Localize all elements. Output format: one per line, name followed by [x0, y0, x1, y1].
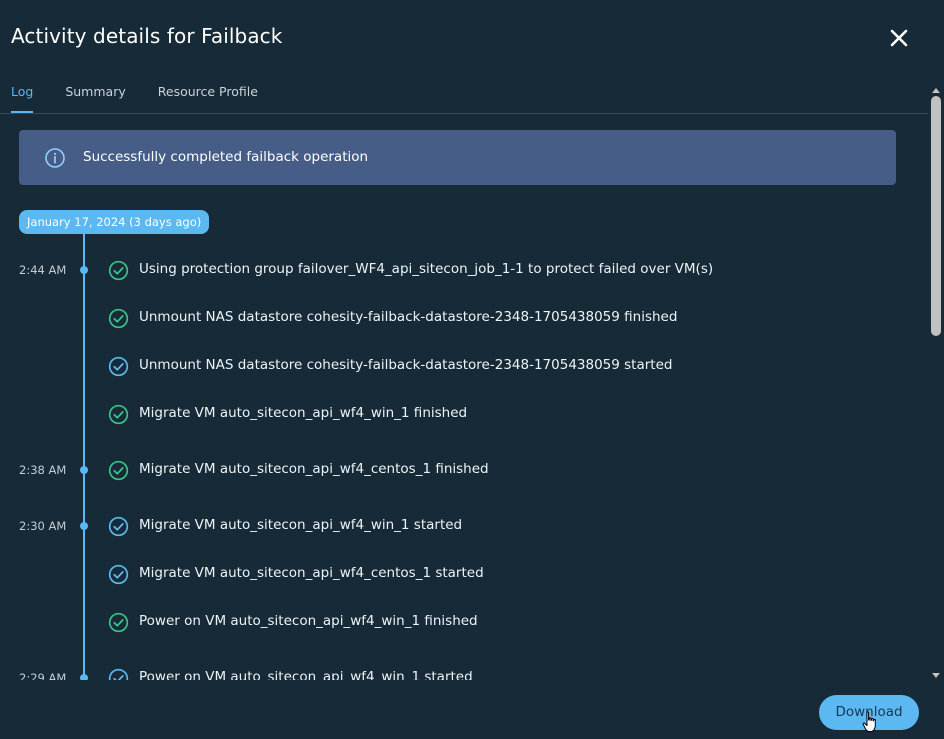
check-circle-started-icon [108, 356, 129, 377]
log-panel: Successfully completed failback operatio… [0, 114, 928, 680]
log-entry: Migrate VM auto_sitecon_api_wf4_win_1 fi… [0, 402, 928, 426]
info-icon [44, 147, 66, 169]
tab-log[interactable]: Log [11, 84, 34, 113]
timeline-dot [80, 674, 88, 680]
check-circle-started-icon [108, 668, 129, 680]
check-circle-success-icon [108, 612, 129, 633]
dialog-title: Activity details for Failback [11, 24, 283, 48]
entry-time: 2:30 AM [19, 519, 67, 533]
entry-text: Power on VM auto_sitecon_api_wf4_win_1 s… [139, 669, 473, 680]
entry-text: Power on VM auto_sitecon_api_wf4_win_1 f… [139, 613, 478, 629]
entry-time: 2:29 AM [19, 671, 67, 680]
timeline-dot [80, 466, 88, 474]
check-circle-success-icon [108, 460, 129, 481]
download-button[interactable]: Download [819, 695, 919, 730]
status-banner: Successfully completed failback operatio… [19, 130, 896, 185]
tab-resource-profile[interactable]: Resource Profile [158, 84, 258, 113]
log-entry: Unmount NAS datastore cohesity-failback-… [0, 354, 928, 378]
entry-text: Migrate VM auto_sitecon_api_wf4_win_1 st… [139, 517, 463, 533]
check-circle-success-icon [108, 260, 129, 281]
tab-summary[interactable]: Summary [65, 84, 125, 113]
timeline-dot [80, 522, 88, 530]
log-entry: 2:29 AM Power on VM auto_sitecon_api_wf4_… [0, 666, 928, 680]
check-circle-started-icon [108, 564, 129, 585]
banner-message: Successfully completed failback operatio… [83, 149, 369, 165]
entry-text: Migrate VM auto_sitecon_api_wf4_centos_1… [139, 565, 484, 581]
scroll-up-arrow-icon[interactable] [932, 78, 940, 93]
entry-time: 2:44 AM [19, 263, 67, 277]
scroll-thumb[interactable] [931, 96, 941, 336]
log-scrollbar[interactable] [928, 72, 944, 680]
check-circle-started-icon [108, 516, 129, 537]
entry-text: Unmount NAS datastore cohesity-failback-… [139, 309, 678, 325]
entry-text: Migrate VM auto_sitecon_api_wf4_win_1 fi… [139, 405, 468, 421]
scroll-down-arrow-icon[interactable] [932, 664, 940, 678]
tab-bar: Log Summary Resource Profile [11, 84, 290, 114]
timeline-dot [80, 266, 88, 274]
entry-time: 2:38 AM [19, 463, 67, 477]
log-entry: 2:38 AM Migrate VM auto_sitecon_api_wf4_c… [0, 458, 928, 482]
log-entry: 2:44 AM Using protection group failover_W… [0, 258, 928, 282]
log-entry: Power on VM auto_sitecon_api_wf4_win_1 f… [0, 610, 928, 634]
log-entry: Migrate VM auto_sitecon_api_wf4_centos_1… [0, 562, 928, 586]
close-icon [890, 29, 908, 47]
entry-text: Using protection group failover_WF4_api_… [139, 261, 714, 277]
close-button[interactable] [886, 25, 912, 51]
check-circle-success-icon [108, 404, 129, 425]
entry-text: Migrate VM auto_sitecon_api_wf4_centos_1… [139, 461, 489, 477]
date-group-badge: January 17, 2024 (3 days ago) [19, 210, 210, 234]
activity-details-dialog: Activity details for Failback Log Summar… [0, 0, 944, 739]
log-entry: 2:30 AM Migrate VM auto_sitecon_api_wf4_w… [0, 514, 928, 538]
entry-text: Unmount NAS datastore cohesity-failback-… [139, 357, 673, 373]
check-circle-success-icon [108, 308, 129, 329]
log-entry: Unmount NAS datastore cohesity-failback-… [0, 306, 928, 330]
